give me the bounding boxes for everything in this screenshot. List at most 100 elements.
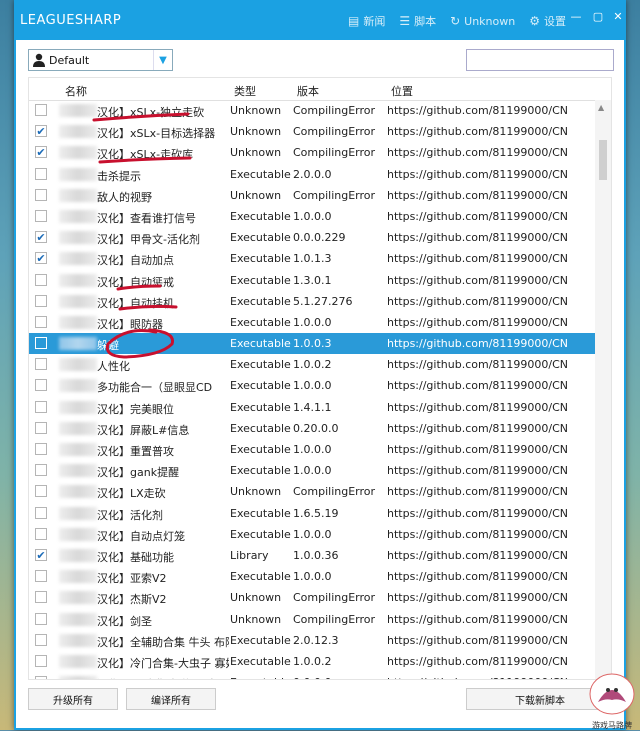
column-header-type[interactable]: 类型 xyxy=(234,83,256,99)
table-row[interactable]: 汉化】屏蔽L#信息 Executable 0.20.0.0 https://githu… xyxy=(29,418,597,439)
row-checkbox[interactable] xyxy=(35,209,47,222)
table-row[interactable]: 汉化】重置普攻 Executable 1.0.0.0 https://github.c… xyxy=(29,439,597,460)
table-row[interactable]: 汉化】亚索V2 Executable 1.0.0.0 https://github.c… xyxy=(29,566,597,587)
table-row[interactable]: 汉化】冷门合集-大虫子 寡妇 ‡Executable1.0.0.2 https:/… xyxy=(29,651,597,672)
row-checkbox[interactable]: ✔ xyxy=(35,548,47,561)
row-checkbox[interactable] xyxy=(35,337,47,350)
row-checkbox[interactable] xyxy=(35,315,47,328)
row-checkbox[interactable] xyxy=(35,294,47,307)
table-row[interactable]: 汉化】BS合集 赵信 阿木Executable0.0.0.0https://gi… xyxy=(29,672,597,679)
row-checkbox[interactable]: ✔ xyxy=(35,231,47,244)
refresh-icon: ↻ xyxy=(450,14,461,28)
scrollbar-thumb[interactable] xyxy=(599,140,607,180)
table-row[interactable]: 汉化】完美眼位 Executable 1.4.1.1 https://github.c… xyxy=(29,397,597,418)
row-location: https://github.com/81199000/CN xyxy=(387,464,569,478)
row-location: https://github.com/81199000/CN xyxy=(387,506,569,520)
row-checkbox[interactable]: ✔ xyxy=(35,146,47,159)
table-row[interactable]: 多功能合一（显眼显CD Executable 1.0.0.0 https://gith… xyxy=(29,375,597,396)
row-version: 1.0.0.36 xyxy=(293,548,339,562)
table-row[interactable]: 汉化】活化剂 Executable 1.6.5.19 https://github.c… xyxy=(29,503,597,524)
row-name: 汉化】xSLx-目标选择器 xyxy=(97,127,216,141)
table-row[interactable]: 汉化】杰斯V2 Unknown CompilingError https://gith… xyxy=(29,587,597,608)
blurred-prefix xyxy=(59,527,97,541)
row-location: https://github.com/81199000/CN xyxy=(387,209,569,223)
row-type: Unknown xyxy=(230,104,282,117)
table-row[interactable]: 敌人的视野 Unknown CompilingError https://github… xyxy=(29,185,597,206)
table-row[interactable]: 汉化】眼防器 Executable 1.0.0.0 https://github.co… xyxy=(29,312,597,333)
nav-news-label: 新闻 xyxy=(363,15,386,28)
row-checkbox[interactable] xyxy=(35,443,47,455)
table-row[interactable]: 汉化】全辅助合集 牛头 布隆 ‡Executable2.0.12.3 https:… xyxy=(29,630,597,651)
row-checkbox[interactable] xyxy=(35,591,47,604)
vertical-scrollbar[interactable]: ▲ xyxy=(595,100,611,679)
upgrade-all-button[interactable]: 升级所有 xyxy=(28,688,118,710)
table-row[interactable]: ✔ 汉化】基础功能 Library 1.0.0.36 https://github.co… xyxy=(29,545,597,566)
row-checkbox[interactable] xyxy=(35,379,47,392)
table-row[interactable]: 汉化】xSLx-独立走砍 Unknown CompilingError https:/… xyxy=(29,100,597,121)
row-location: https://github.com/81199000/CN xyxy=(387,294,569,308)
row-type: Executable xyxy=(230,252,291,266)
close-button[interactable]: ✕ xyxy=(608,10,628,23)
row-checkbox[interactable] xyxy=(35,676,47,679)
row-checkbox[interactable]: ✔ xyxy=(35,252,47,265)
maximize-button[interactable]: ▢ xyxy=(588,10,608,23)
nav-settings[interactable]: ⚙ 设置 xyxy=(529,13,566,29)
row-version: 1.0.0.3 xyxy=(293,337,332,351)
table-row[interactable]: 汉化】自动挂机 Executable 5.1.27.276 https://githu… xyxy=(29,291,597,312)
row-checkbox[interactable] xyxy=(35,358,47,371)
column-header-version[interactable]: 版本 xyxy=(297,83,319,99)
table-row[interactable]: ✔ 汉化】xSLx-目标选择器 Unknown CompilingError https… xyxy=(29,121,597,142)
search-input[interactable] xyxy=(466,49,614,71)
row-checkbox[interactable] xyxy=(35,464,47,477)
table-row[interactable]: 汉化】LX走砍 Unknown CompilingError https://gith… xyxy=(29,481,597,502)
table-row[interactable]: 击杀提示 Executable 2.0.0.0 https://github.com/… xyxy=(29,164,597,185)
row-version: 0.0.0.0 xyxy=(293,676,385,679)
row-checkbox[interactable] xyxy=(35,273,47,286)
row-checkbox[interactable]: ✔ xyxy=(35,125,47,138)
column-header-name[interactable]: 名称 xyxy=(65,83,87,99)
nav-update-status[interactable]: ↻ Unknown xyxy=(450,13,515,29)
table-row[interactable]: 人性化 Executable 1.0.0.2 https://github.com/8… xyxy=(29,354,597,375)
minimize-button[interactable]: — xyxy=(566,10,586,23)
table-row[interactable]: ✔ 汉化】xSLx-走砍库 Unknown CompilingError https:/… xyxy=(29,142,597,163)
row-location: https://github.com/81199000/CN xyxy=(387,315,569,329)
chevron-down-icon[interactable]: ▼ xyxy=(153,50,172,70)
row-location: https://github.com/81199000/CN xyxy=(387,527,569,541)
table-row[interactable]: 汉化】自动点灯笼 Executable 1.0.0.0 https://github.… xyxy=(29,524,597,545)
row-checkbox[interactable] xyxy=(35,485,47,498)
table-row[interactable]: 汉化】剑圣 Unknown CompilingError https://github… xyxy=(29,609,597,630)
row-location: https://github.com/81199000/CN xyxy=(387,654,569,668)
row-type: Executable xyxy=(230,443,291,456)
row-name: 汉化】自动挂机 xyxy=(97,296,174,310)
table-row[interactable]: 汉化】查看谁打信号 Executable 1.0.0.0 https://github… xyxy=(29,206,597,227)
profile-select[interactable]: Default ▼ xyxy=(28,49,173,71)
table-row[interactable]: 汉化】自动惩戒 Executable 1.3.0.1 https://github.c… xyxy=(29,270,597,291)
table-row[interactable]: ✔ 汉化】自动加点 Executable 1.0.1.3 https://github.… xyxy=(29,248,597,269)
nav-news[interactable]: ▤ 新闻 xyxy=(348,13,385,29)
row-checkbox[interactable] xyxy=(35,506,47,519)
row-version: CompilingError xyxy=(293,612,376,626)
row-checkbox[interactable] xyxy=(35,570,47,583)
table-row[interactable]: ✔ 汉化】甲骨文-活化剂 Executable 0.0.0.229 https://gi… xyxy=(29,227,597,248)
checkmark-icon: ✔ xyxy=(36,252,46,265)
row-checkbox[interactable] xyxy=(35,612,47,625)
column-header-location[interactable]: 位置 xyxy=(391,83,413,99)
row-type: Executable xyxy=(230,315,291,329)
table-row[interactable]: 躲避 Executable 1.0.0.3 https://github.com/81… xyxy=(29,333,597,355)
row-checkbox[interactable] xyxy=(35,167,47,180)
nav-scripts[interactable]: ☰ 脚本 xyxy=(399,13,436,29)
scroll-up-icon[interactable]: ▲ xyxy=(598,103,604,112)
row-type: Unknown xyxy=(230,612,282,626)
row-checkbox[interactable] xyxy=(35,654,47,667)
maximize-icon: ▢ xyxy=(592,10,604,23)
row-name: 汉化】查看谁打信号 xyxy=(97,211,196,225)
row-version: CompilingError xyxy=(293,188,376,202)
row-checkbox[interactable] xyxy=(35,527,47,540)
row-checkbox[interactable] xyxy=(35,400,47,413)
row-checkbox[interactable] xyxy=(35,104,47,116)
row-checkbox[interactable] xyxy=(35,633,47,646)
table-row[interactable]: 汉化】gank提醒 Executable 1.0.0.0 https://github… xyxy=(29,460,597,481)
row-checkbox[interactable] xyxy=(35,188,47,201)
compile-all-button[interactable]: 编译所有 xyxy=(126,688,216,710)
row-checkbox[interactable] xyxy=(35,421,47,434)
